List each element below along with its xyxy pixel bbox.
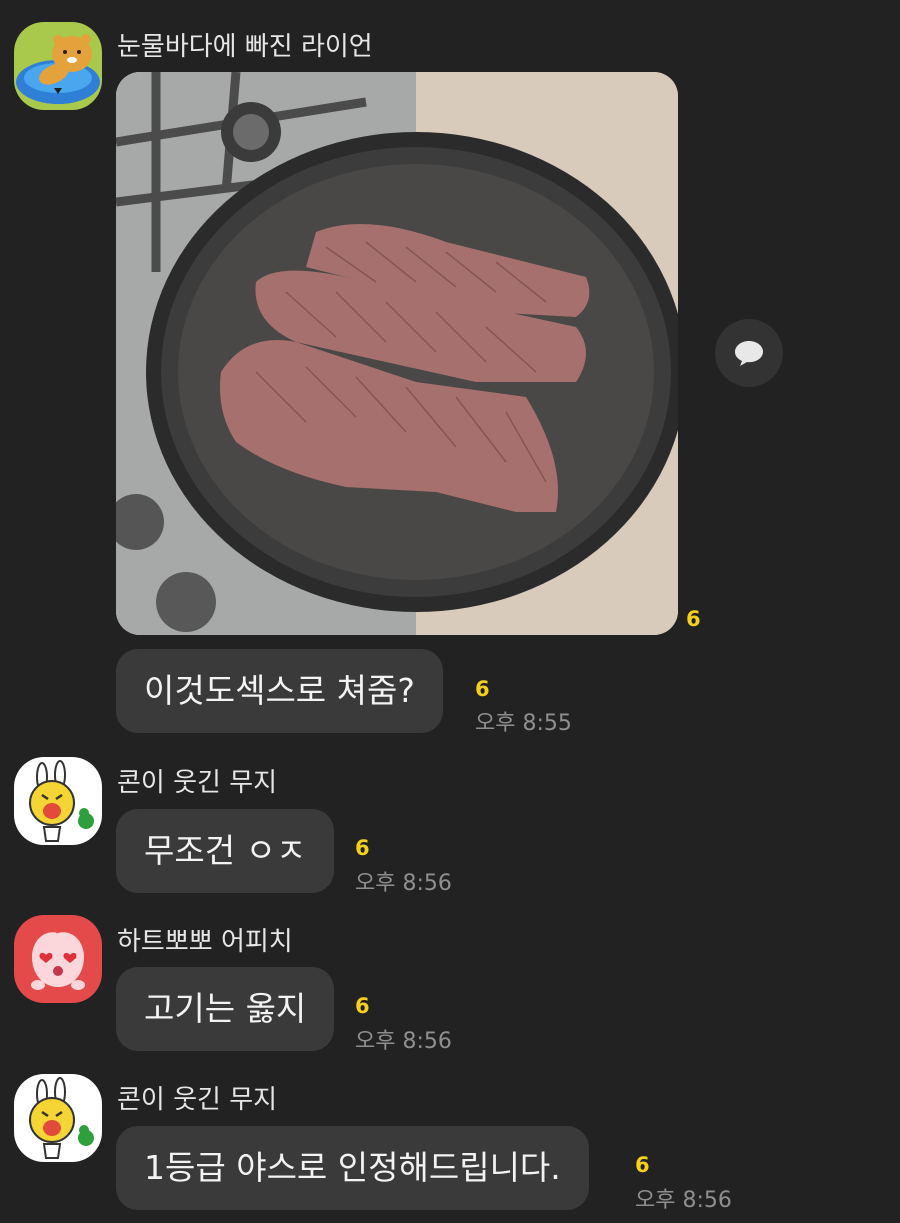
unread-count: 6 [686,607,701,631]
avatar[interactable] [14,1074,102,1162]
message-bubble[interactable]: 이것도섹스로 쳐줌? [116,649,443,733]
unread-count: 6 [635,1153,650,1177]
unread-count: 6 [355,994,370,1018]
shared-photo[interactable] [116,72,678,635]
ryan-crying-avatar-icon [14,22,102,110]
avatar[interactable] [14,915,102,1003]
message-time: 오후 8:56 [635,1188,732,1213]
share-button[interactable] [715,319,783,387]
message-bubble[interactable]: 무조건 ㅇㅈ [116,809,335,893]
message-time: 오후 8:55 [475,711,572,736]
message-time: 오후 8:56 [355,871,452,896]
message-bubble[interactable]: 1등급 야스로 인정해드립니다. [116,1126,589,1210]
unread-count: 6 [355,836,370,860]
avatar[interactable] [14,757,102,845]
speech-bubble-icon [735,341,763,366]
message-bubble[interactable]: 고기는 옳지 [116,967,335,1051]
message-time: 오후 8:56 [355,1029,452,1054]
sender-name: 콘이 웃긴 무지 [117,1085,278,1115]
avatar[interactable] [14,22,102,110]
sender-name: 콘이 웃긴 무지 [117,768,278,798]
steak-in-pan-photo [116,72,678,635]
apeach-heart-avatar-icon [14,915,102,1003]
muzi-laughing-avatar-icon [14,757,102,845]
unread-count: 6 [475,677,490,701]
muzi-laughing-avatar-icon [14,1074,102,1162]
sender-name: 하트뽀뽀 어피치 [117,927,293,957]
sender-name: 눈물바다에 빠진 라이언 [117,32,373,62]
